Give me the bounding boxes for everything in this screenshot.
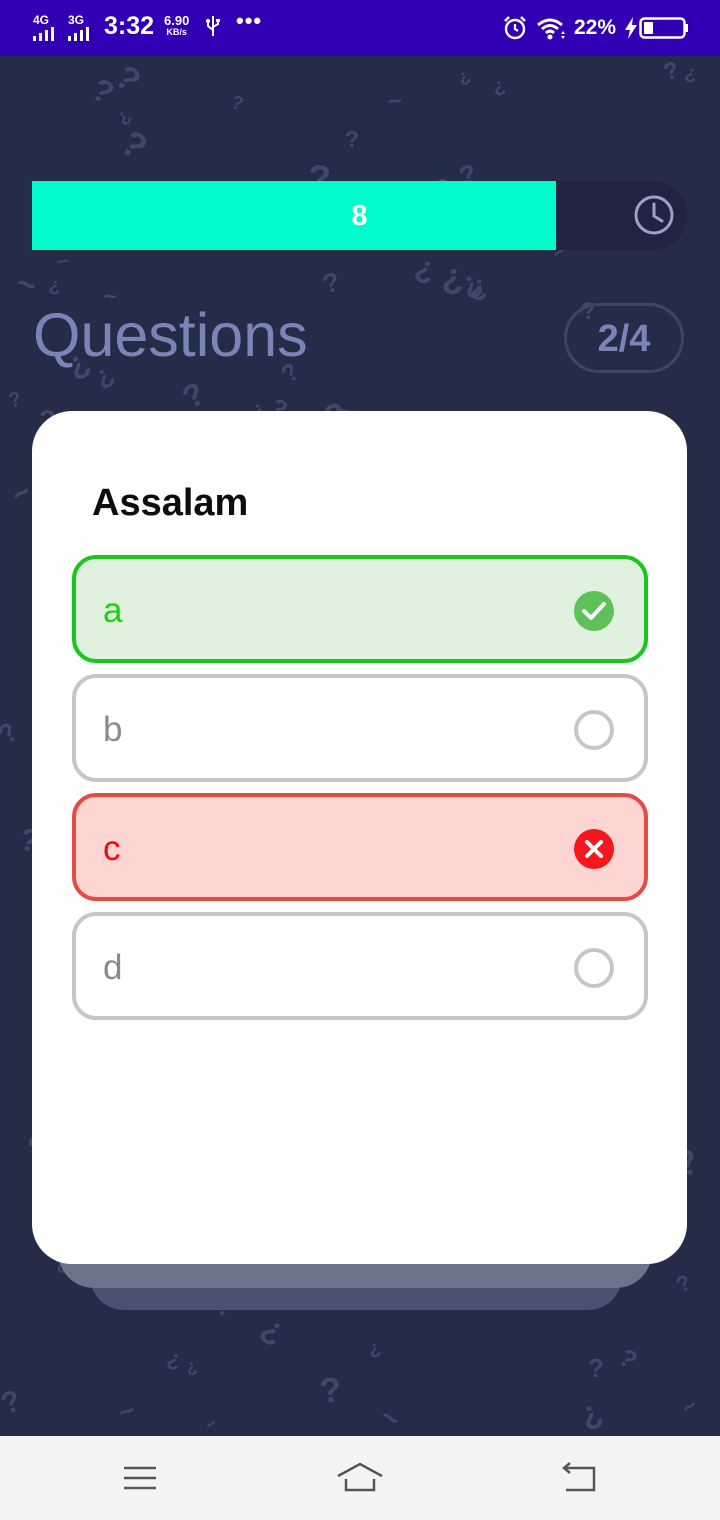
usb-icon <box>206 16 220 36</box>
speed-unit: KB/s <box>166 27 187 37</box>
network-3g-indicator: 3G <box>68 13 89 41</box>
pattern-glyph: ¿ <box>164 1344 185 1373</box>
pattern-glyph: ~ <box>12 264 41 304</box>
timer-bar: 8 <box>32 181 687 250</box>
check-circle-icon <box>574 591 614 631</box>
pattern-glyph: ? <box>228 91 246 116</box>
signal-icon <box>68 27 89 41</box>
system-nav-bar <box>0 1436 720 1520</box>
option-d[interactable]: d <box>72 912 648 1020</box>
pattern-glyph: ? <box>671 1269 696 1298</box>
page-title: Questions <box>33 301 308 369</box>
pattern-glyph: ¿ <box>411 248 440 287</box>
battery-icon <box>639 17 688 39</box>
back-icon[interactable] <box>560 1460 600 1496</box>
pattern-glyph: ? <box>317 1369 344 1412</box>
network-4g-indicator: 4G <box>33 13 54 41</box>
pattern-glyph: ? <box>588 1353 604 1383</box>
question-text: Assalam <box>92 482 249 524</box>
option-label: d <box>103 948 123 987</box>
signal-icon <box>33 27 54 41</box>
clock-time: 3:32 <box>104 12 155 40</box>
pattern-glyph: ¿ <box>255 1307 293 1350</box>
network-speed: 6.90 KB/s <box>164 13 190 37</box>
pattern-glyph: ? <box>319 266 344 300</box>
pattern-glyph: ~ <box>374 1399 406 1436</box>
pattern-glyph: ¿ <box>683 62 699 85</box>
pattern-glyph: ~ <box>113 1394 140 1428</box>
charging-icon <box>625 17 637 39</box>
pattern-glyph: ~ <box>200 1413 222 1436</box>
home-icon[interactable] <box>336 1460 384 1496</box>
speed-value: 6.90 <box>164 13 190 28</box>
network-4g-label: 4G <box>33 13 50 27</box>
pattern-glyph: ? <box>613 1343 643 1375</box>
pattern-glyph: ~ <box>676 1391 703 1421</box>
timer-seconds: 8 <box>351 200 368 232</box>
question-counter: 2/4 <box>564 303 684 373</box>
pattern-glyph: ? <box>113 121 156 168</box>
pattern-glyph: ¿ <box>573 1391 607 1434</box>
option-label: a <box>103 591 123 630</box>
pattern-glyph: ? <box>660 56 682 87</box>
alarm-icon <box>504 16 526 40</box>
menu-icon[interactable] <box>122 1460 158 1496</box>
option-label: b <box>103 710 123 749</box>
more-notifications-icon: ••• <box>236 8 263 33</box>
radio-empty-icon <box>574 710 614 750</box>
option-b[interactable]: b <box>72 674 648 782</box>
pattern-glyph: ? <box>0 716 24 750</box>
pattern-glyph: ¿ <box>441 254 465 297</box>
clock-icon <box>634 195 674 235</box>
pattern-glyph: ¿ <box>490 73 508 99</box>
network-3g-label: 3G <box>68 13 85 27</box>
pattern-glyph: ~ <box>385 86 405 117</box>
x-circle-icon <box>574 829 614 869</box>
question-card: Assalam a b c d <box>32 411 687 1264</box>
pattern-glyph: ¿ <box>453 64 473 88</box>
wifi-icon <box>537 18 565 40</box>
status-bar: 4G 3G 3:32 6.90 KB/s ••• 22% <box>0 0 720 56</box>
pattern-glyph: ¿ <box>366 1337 383 1360</box>
radio-empty-icon <box>574 948 614 988</box>
pattern-glyph: ¿ <box>112 104 135 129</box>
option-c[interactable]: c <box>72 793 648 901</box>
option-a[interactable]: a <box>72 555 648 663</box>
pattern-glyph: ? <box>0 1383 26 1422</box>
pattern-glyph: ~ <box>54 249 72 275</box>
pattern-glyph: ? <box>6 387 24 413</box>
pattern-glyph: ? <box>344 125 360 153</box>
pattern-glyph: ¿ <box>47 274 62 297</box>
battery-percent: 22% <box>574 16 617 39</box>
pattern-glyph: ¿ <box>183 1355 199 1377</box>
option-label: c <box>103 829 121 868</box>
